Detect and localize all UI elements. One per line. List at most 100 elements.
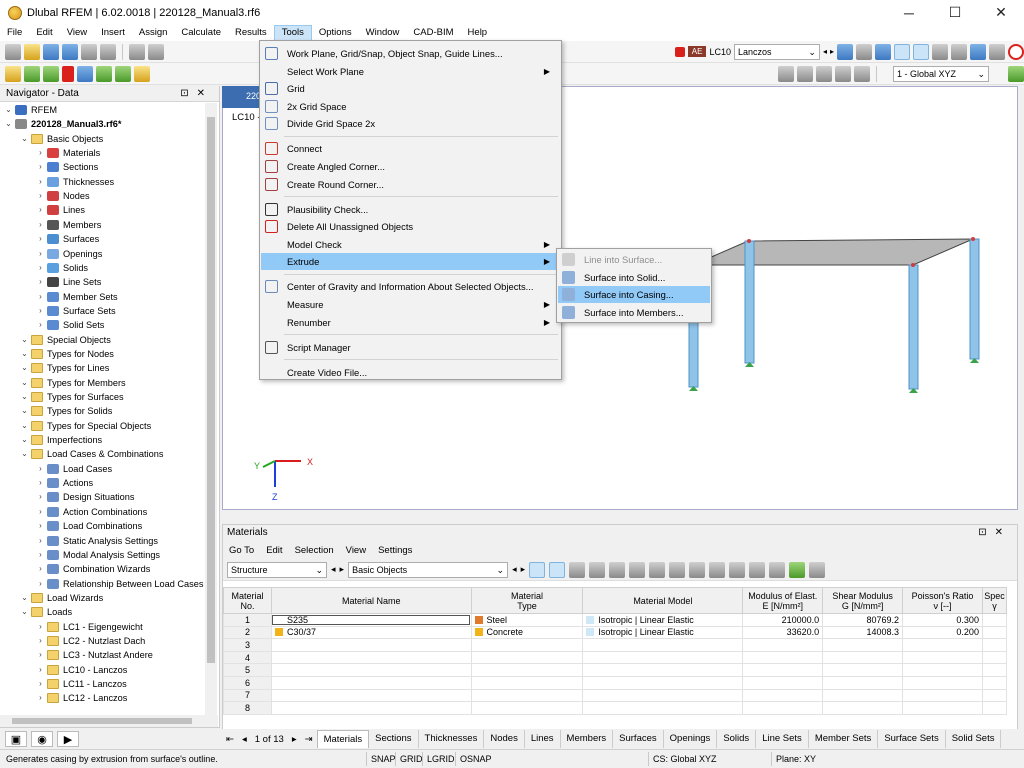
export-icon[interactable] bbox=[789, 561, 806, 578]
menu-insert[interactable]: Insert bbox=[94, 25, 132, 41]
nav-item[interactable]: ⌄ RFEM bbox=[4, 103, 57, 117]
nav-item[interactable]: ⌄ Types for Lines bbox=[20, 361, 109, 375]
nav-item[interactable]: › Sections bbox=[36, 160, 98, 174]
support-tool-icon[interactable] bbox=[62, 65, 74, 82]
filter2-next-icon[interactable]: ▸ bbox=[521, 564, 526, 575]
menu-view[interactable]: View bbox=[60, 25, 94, 41]
table-cell[interactable] bbox=[902, 638, 983, 652]
table-cell[interactable] bbox=[470, 650, 584, 665]
expand-arrow-icon[interactable]: › bbox=[36, 189, 45, 203]
xxx-icon[interactable] bbox=[913, 43, 929, 60]
table-cell[interactable]: 0.200 bbox=[902, 625, 983, 640]
tools-menu-item-create-video-file[interactable]: Create Video File... bbox=[261, 364, 560, 381]
nav-item[interactable]: › Action Combinations bbox=[36, 505, 147, 519]
table-icon[interactable] bbox=[951, 43, 967, 60]
nav-item[interactable]: › Surfaces bbox=[36, 232, 99, 246]
nav-item[interactable]: › LC1 - Eigengewicht bbox=[36, 620, 143, 634]
sheet-tab-member-sets[interactable]: Member Sets bbox=[809, 730, 879, 748]
table-cell[interactable] bbox=[470, 701, 584, 715]
pin-icon[interactable]: ⊡ bbox=[180, 88, 196, 99]
expand-arrow-icon[interactable]: › bbox=[36, 519, 45, 533]
table-tool-8-icon[interactable] bbox=[729, 561, 746, 578]
table-cell[interactable] bbox=[582, 663, 744, 677]
sheet-tab-surface-sets[interactable]: Surface Sets bbox=[878, 730, 946, 748]
fx-icon[interactable] bbox=[769, 561, 786, 578]
panel-close-icon[interactable]: ✕ bbox=[995, 527, 1011, 538]
view-top-icon[interactable] bbox=[816, 65, 832, 82]
expand-arrow-icon[interactable]: › bbox=[36, 691, 45, 705]
table-row[interactable]: 6 bbox=[223, 675, 1008, 690]
table-cell[interactable] bbox=[981, 701, 1008, 715]
values-icon[interactable] bbox=[875, 43, 891, 60]
table-cell[interactable] bbox=[902, 650, 983, 665]
column-header[interactable]: Material Name bbox=[270, 587, 472, 614]
redo-icon[interactable] bbox=[148, 43, 164, 60]
expand-arrow-icon[interactable]: › bbox=[36, 232, 45, 246]
expand-arrow-icon[interactable]: › bbox=[36, 175, 45, 189]
tools-menu-item-measure[interactable]: Measure ▶ bbox=[261, 296, 560, 313]
menu-tools[interactable]: Tools bbox=[273, 25, 312, 41]
new-file-icon[interactable] bbox=[5, 43, 21, 60]
table-cell[interactable]: S235 bbox=[270, 613, 472, 627]
structure-combo[interactable]: Structure ⌄ bbox=[227, 561, 327, 578]
table-cell[interactable] bbox=[981, 688, 1008, 703]
table-cell[interactable] bbox=[270, 675, 472, 690]
table-cell[interactable] bbox=[822, 650, 904, 665]
expand-arrow-icon[interactable]: ⌄ bbox=[20, 376, 29, 390]
tools-menu-item-plausibility-check[interactable]: Plausibility Check... bbox=[261, 201, 560, 218]
expand-arrow-icon[interactable]: › bbox=[36, 620, 45, 634]
table-cell[interactable] bbox=[582, 650, 744, 665]
sheet-tab-thicknesses[interactable]: Thicknesses bbox=[419, 730, 485, 748]
table-cell[interactable] bbox=[582, 638, 744, 652]
expand-arrow-icon[interactable]: › bbox=[36, 648, 45, 662]
menu-file[interactable]: File bbox=[0, 25, 29, 41]
sheet-tab-openings[interactable]: Openings bbox=[664, 730, 718, 748]
display-icon[interactable] bbox=[1008, 65, 1024, 82]
expand-arrow-icon[interactable]: › bbox=[36, 160, 45, 174]
release-tool-icon[interactable] bbox=[115, 65, 131, 82]
navigator-close-icon[interactable]: ✕ bbox=[197, 88, 213, 99]
table-cell[interactable] bbox=[822, 638, 904, 652]
table-cell[interactable] bbox=[270, 650, 472, 665]
next-lc-arrow-icon[interactable]: ▸ bbox=[830, 47, 834, 56]
expand-arrow-icon[interactable]: › bbox=[36, 505, 45, 519]
lgrid-toggle[interactable]: LGRID bbox=[422, 752, 459, 766]
nav-item[interactable]: › Design Situations bbox=[36, 490, 135, 504]
decimals-icon[interactable] bbox=[809, 561, 826, 578]
expand-arrow-icon[interactable]: › bbox=[36, 290, 45, 304]
sheet-tab-solid-sets[interactable]: Solid Sets bbox=[946, 730, 1002, 748]
nav-item[interactable]: › Thicknesses bbox=[36, 175, 114, 189]
select-in-table-icon[interactable] bbox=[529, 561, 546, 578]
table-cell[interactable] bbox=[981, 675, 1008, 690]
column-header[interactable]: Spec γ bbox=[981, 587, 1008, 614]
extrude-item-surface-into-solid[interactable]: Surface into Solid... bbox=[558, 269, 710, 286]
table-cell[interactable]: 80769.2 bbox=[822, 613, 904, 627]
nav-item[interactable]: ⌄ Types for Surfaces bbox=[20, 390, 124, 404]
expand-arrow-icon[interactable]: ⌄ bbox=[20, 433, 29, 447]
nav-item[interactable]: › Relationship Between Load Cases bbox=[36, 577, 203, 591]
table-cell[interactable] bbox=[822, 663, 904, 677]
sheet-tab-materials[interactable]: Materials bbox=[316, 730, 370, 748]
surface-tool-icon[interactable] bbox=[43, 65, 59, 82]
table-delete-icon[interactable] bbox=[669, 561, 686, 578]
nav-item[interactable]: ⌄ 220128_Manual3.rf6* bbox=[4, 117, 121, 131]
expand-arrow-icon[interactable]: ⌄ bbox=[20, 419, 29, 433]
expand-arrow-icon[interactable]: › bbox=[36, 261, 45, 275]
materials-menu-go-to[interactable]: Go To bbox=[229, 545, 254, 556]
nav-item[interactable]: › Combination Wizards bbox=[36, 562, 150, 576]
table-cell[interactable]: Isotropic | Linear Elastic bbox=[582, 625, 744, 640]
expand-arrow-icon[interactable]: › bbox=[36, 476, 45, 490]
expand-arrow-icon[interactable]: › bbox=[36, 663, 45, 677]
view-iso-icon[interactable] bbox=[835, 65, 851, 82]
close-button[interactable]: ✕ bbox=[978, 0, 1024, 25]
nav-item[interactable]: ⌄ Types for Special Objects bbox=[20, 419, 151, 433]
tools-menu-item-model-check[interactable]: Model Check ▶ bbox=[261, 236, 560, 253]
menu-options[interactable]: Options bbox=[312, 25, 359, 41]
nav-item[interactable]: ⌄ Types for Nodes bbox=[20, 347, 114, 361]
expand-arrow-icon[interactable]: › bbox=[36, 677, 45, 691]
view-front-icon[interactable] bbox=[778, 65, 794, 82]
open-file-icon[interactable] bbox=[24, 43, 40, 60]
report-icon[interactable] bbox=[100, 43, 116, 60]
menu-calculate[interactable]: Calculate bbox=[174, 25, 228, 41]
expand-arrow-icon[interactable]: ⌄ bbox=[20, 605, 29, 619]
